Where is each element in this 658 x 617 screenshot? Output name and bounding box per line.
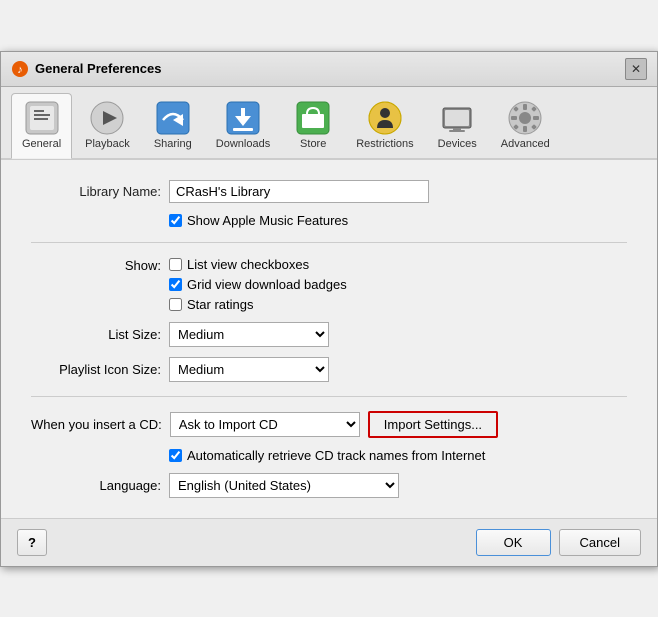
tab-playback[interactable]: Playback — [74, 93, 141, 158]
window-title: General Preferences — [35, 61, 625, 76]
cd-insert-row: When you insert a CD: Ask to Import CD I… — [31, 411, 627, 438]
tab-playback-label: Playback — [85, 138, 130, 150]
language-label: Language: — [31, 478, 161, 493]
list-size-select[interactable]: Small Medium Large — [169, 322, 329, 347]
auto-retrieve-row: Automatically retrieve CD track names fr… — [169, 448, 627, 463]
help-button[interactable]: ? — [17, 529, 47, 556]
separator-1 — [31, 242, 627, 243]
list-size-label: List Size: — [31, 327, 161, 342]
close-button[interactable]: ✕ — [625, 58, 647, 80]
grid-view-badges-label: Grid view download badges — [187, 277, 347, 292]
tab-sharing[interactable]: Sharing — [143, 93, 203, 158]
grid-view-badges-row: Grid view download badges — [169, 277, 347, 292]
ok-button[interactable]: OK — [476, 529, 551, 556]
playlist-icon-size-row: Playlist Icon Size: Small Medium Large — [31, 357, 627, 382]
show-apple-music-label: Show Apple Music Features — [187, 213, 348, 228]
store-icon — [295, 100, 331, 136]
downloads-icon — [225, 100, 261, 136]
app-icon: ♪ — [11, 60, 29, 78]
playback-icon — [89, 100, 125, 136]
star-ratings-row: Star ratings — [169, 297, 347, 312]
tab-devices[interactable]: Devices — [427, 93, 488, 158]
cd-select[interactable]: Ask to Import CD Import CD Import CD and… — [170, 412, 360, 437]
show-section: Show: List view checkboxes Grid view dow… — [31, 257, 627, 312]
tab-sharing-label: Sharing — [154, 138, 192, 150]
list-view-checkboxes-checkbox[interactable] — [169, 258, 182, 271]
language-row: Language: English (United States) French… — [31, 473, 627, 498]
tab-restrictions-label: Restrictions — [356, 138, 413, 150]
tab-advanced[interactable]: Advanced — [490, 93, 561, 158]
svg-text:♪: ♪ — [17, 64, 23, 76]
tab-store-label: Store — [300, 138, 326, 150]
advanced-icon — [507, 100, 543, 136]
footer-left: ? — [17, 529, 47, 556]
footer-right: OK Cancel — [476, 529, 641, 556]
general-icon — [24, 100, 60, 136]
import-settings-button[interactable]: Import Settings... — [368, 411, 498, 438]
tab-advanced-label: Advanced — [501, 138, 550, 150]
auto-retrieve-checkbox[interactable] — [169, 449, 182, 462]
tab-general[interactable]: General — [11, 93, 72, 159]
sharing-icon — [155, 100, 191, 136]
cd-label: When you insert a CD: — [31, 417, 162, 432]
tab-downloads-label: Downloads — [216, 138, 270, 150]
title-bar: ♪ General Preferences ✕ — [1, 52, 657, 87]
devices-icon — [439, 100, 475, 136]
list-view-checkboxes-label: List view checkboxes — [187, 257, 309, 272]
auto-retrieve-label: Automatically retrieve CD track names fr… — [187, 448, 485, 463]
general-preferences-window: ♪ General Preferences ✕ General — [0, 51, 658, 567]
playlist-icon-size-label: Playlist Icon Size: — [31, 362, 161, 377]
grid-view-badges-checkbox[interactable] — [169, 278, 182, 291]
tab-downloads[interactable]: Downloads — [205, 93, 281, 158]
language-select[interactable]: English (United States) French German Sp… — [169, 473, 399, 498]
library-name-row: Library Name: — [31, 180, 627, 203]
toolbar: General Playback Sharing — [1, 87, 657, 159]
show-apple-music-checkbox[interactable] — [169, 214, 182, 227]
list-view-checkboxes-row: List view checkboxes — [169, 257, 347, 272]
library-name-input[interactable] — [169, 180, 429, 203]
star-ratings-label: Star ratings — [187, 297, 253, 312]
tab-restrictions[interactable]: Restrictions — [345, 93, 424, 158]
content-area: Library Name: Show Apple Music Features … — [1, 159, 657, 518]
show-apple-music-row: Show Apple Music Features — [169, 213, 627, 228]
tab-devices-label: Devices — [438, 138, 477, 150]
library-name-label: Library Name: — [31, 184, 161, 199]
tab-store[interactable]: Store — [283, 93, 343, 158]
footer: ? OK Cancel — [1, 518, 657, 566]
restrictions-icon — [367, 100, 403, 136]
tab-general-label: General — [22, 138, 61, 150]
star-ratings-checkbox[interactable] — [169, 298, 182, 311]
list-size-row: List Size: Small Medium Large — [31, 322, 627, 347]
show-checks: List view checkboxes Grid view download … — [169, 257, 347, 312]
playlist-icon-size-select[interactable]: Small Medium Large — [169, 357, 329, 382]
cancel-button[interactable]: Cancel — [559, 529, 641, 556]
separator-2 — [31, 396, 627, 397]
show-label: Show: — [31, 257, 161, 273]
